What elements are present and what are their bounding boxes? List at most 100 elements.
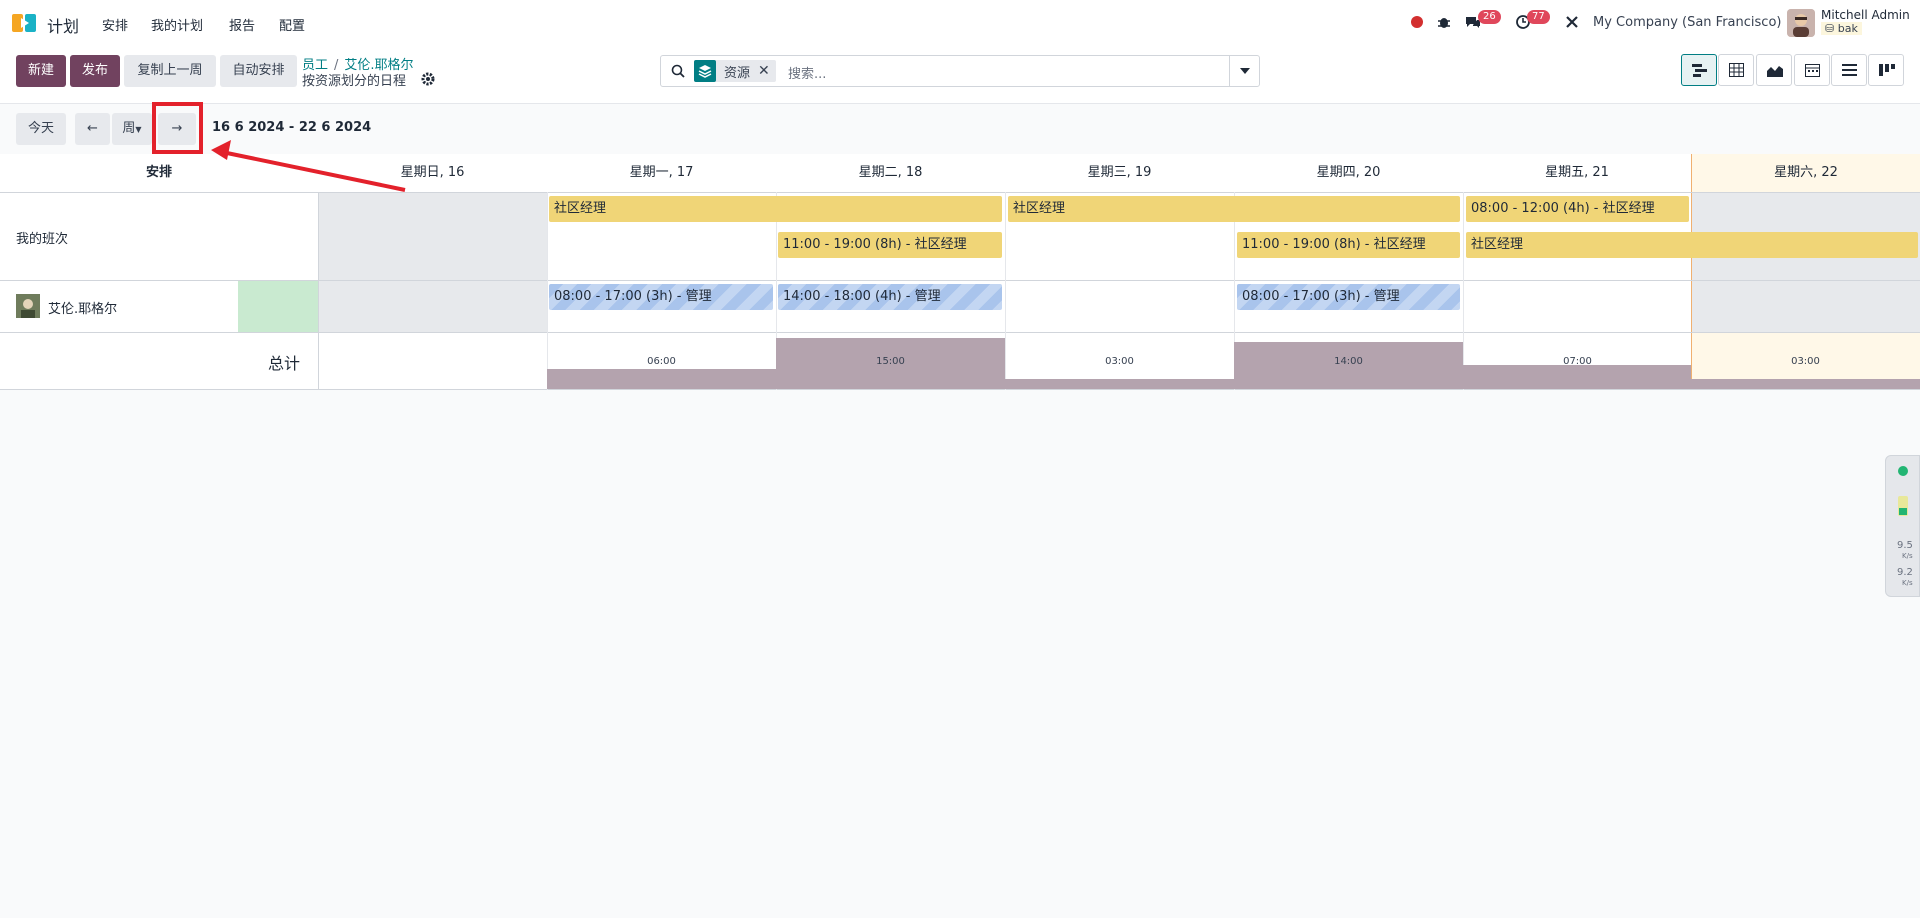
total-value: 14:00	[1334, 356, 1363, 367]
shift-pill[interactable]: 社区经理	[1466, 232, 1918, 258]
shift-pill[interactable]: 08:00 - 12:00 (4h) - 社区经理	[1466, 196, 1689, 222]
search-bar[interactable]: 资源 ✕ 搜索...	[660, 55, 1260, 87]
search-facet-label: 资源	[724, 65, 751, 81]
day-header-monday: 星期一, 17	[629, 165, 694, 180]
shift-pill[interactable]: 社区经理	[549, 196, 1002, 222]
upload-speed: 9.5	[1897, 540, 1913, 551]
list-icon	[1842, 64, 1857, 76]
gantt-view-button[interactable]	[1681, 54, 1717, 86]
day-header-friday: 星期五, 21	[1545, 165, 1609, 180]
pivot-view-button[interactable]	[1718, 54, 1754, 86]
shift-pill[interactable]: 08:00 - 17:00 (3h) - 管理	[1237, 284, 1460, 310]
area-chart-icon	[1767, 66, 1783, 77]
day-header-saturday: 星期六, 22	[1691, 154, 1920, 192]
calendar-view-button[interactable]	[1794, 54, 1830, 86]
gear-icon[interactable]	[421, 72, 435, 86]
date-navigation: 今天 ← 周▼ → 16 6 2024 - 22 6 2024	[0, 104, 1920, 154]
status-dot-icon	[1898, 466, 1908, 476]
control-panel: 新建 发布 复制上一周 自动安排 员工 / 艾伦.耶格尔 按资源划分的日程 资源 ✕…	[0, 46, 1920, 104]
total-value: 03:00	[1105, 356, 1134, 367]
shift-pill[interactable]: 08:00 - 17:00 (3h) - 管理	[549, 284, 773, 310]
layers-icon	[694, 60, 716, 82]
date-range: 16 6 2024 - 22 6 2024	[212, 120, 372, 135]
menu-configuration[interactable]: 配置	[279, 15, 305, 34]
user-avatar[interactable]	[1787, 9, 1815, 37]
activities-badge: 77	[1527, 10, 1550, 24]
previous-button[interactable]: ←	[75, 113, 110, 145]
day-header-tuesday: 星期二, 18	[858, 165, 923, 180]
download-unit: K/s	[1902, 579, 1913, 587]
gantt-icon	[1692, 64, 1707, 77]
messages-badge: 26	[1478, 10, 1501, 24]
shift-pill[interactable]: 11:00 - 19:00 (8h) - 社区经理	[778, 232, 1002, 258]
scale-dropdown[interactable]: 周▼	[112, 113, 152, 145]
kanban-icon	[1879, 64, 1895, 76]
upload-unit: K/s	[1902, 552, 1913, 560]
grid-col-line	[318, 192, 319, 390]
grid-row-line	[0, 332, 1920, 333]
menu-my-planning[interactable]: 我的计划	[151, 15, 203, 34]
day-header-sunday: 星期日, 16	[400, 165, 465, 180]
row-title-employee[interactable]: 艾伦.耶格尔	[48, 298, 117, 317]
user-name[interactable]: Mitchell Admin	[1821, 8, 1910, 22]
total-value: 07:00	[1563, 356, 1592, 367]
publish-button[interactable]: 发布	[70, 55, 120, 87]
shift-pill[interactable]: 社区经理	[1008, 196, 1460, 222]
graph-view-button[interactable]	[1756, 54, 1792, 86]
grid-row-line	[0, 280, 1920, 281]
company-switcher[interactable]: My Company (San Francisco)	[1593, 15, 1781, 30]
calendar-icon	[1805, 64, 1820, 77]
total-value: 15:00	[876, 356, 905, 367]
menu-schedule[interactable]: 安排	[102, 15, 128, 34]
scale-label: 周	[122, 121, 136, 136]
page-title: 按资源划分的日程	[302, 74, 407, 89]
gantt-header-title: 安排	[145, 165, 172, 180]
shift-pill[interactable]: 11:00 - 19:00 (8h) - 社区经理	[1237, 232, 1460, 258]
menu-reporting[interactable]: 报告	[229, 15, 255, 34]
table-icon	[1729, 63, 1744, 77]
day-header-thursday: 星期四, 20	[1316, 165, 1381, 180]
employee-avatar	[16, 294, 40, 318]
record-icon[interactable]	[1411, 16, 1423, 28]
shift-pill[interactable]: 14:00 - 18:00 (4h) - 管理	[778, 284, 1002, 310]
availability-indicator	[238, 280, 318, 332]
weekend-cell-saturday	[1691, 192, 1920, 332]
caret-down-icon: ▼	[135, 125, 142, 134]
kanban-view-button[interactable]	[1868, 54, 1904, 86]
app-name[interactable]: 计划	[47, 13, 79, 37]
row-title-my-shifts[interactable]: 我的班次	[16, 228, 68, 247]
search-facet[interactable]: 资源 ✕	[694, 60, 776, 82]
search-icon[interactable]	[671, 64, 685, 78]
search-input[interactable]: 搜索...	[788, 63, 826, 82]
caret-down-icon	[1240, 68, 1250, 74]
bug-icon[interactable]	[1437, 15, 1451, 29]
gantt-chart: 安排 星期日, 16 星期一, 17 星期二, 18 星期三, 19 星期四, …	[0, 154, 1920, 390]
top-navbar: 计划 安排 我的计划 报告 配置 26 77 My Company (San F…	[0, 0, 1920, 46]
total-label: 总计	[268, 354, 301, 373]
annotation-highlight-box	[152, 102, 203, 154]
copy-previous-week-button[interactable]: 复制上一周	[124, 55, 216, 87]
total-value: 06:00	[647, 356, 676, 367]
battery-icon	[1898, 496, 1908, 516]
day-header-wednesday: 星期三, 19	[1087, 165, 1152, 180]
weekend-cell-sunday	[318, 192, 547, 332]
grid-row-line	[0, 192, 1920, 193]
grid-row-line	[0, 389, 1920, 390]
total-bar-monday	[547, 369, 776, 389]
database-label: bak	[1837, 22, 1858, 35]
database-name: ⛁ bak	[1821, 22, 1862, 35]
total-bar-wednesday	[1005, 379, 1234, 389]
new-button[interactable]: 新建	[16, 55, 66, 87]
close-icon[interactable]: ✕	[758, 63, 776, 79]
planning-app-icon[interactable]	[12, 12, 38, 34]
debug-tools-icon[interactable]	[1565, 15, 1579, 29]
total-bar-friday	[1463, 365, 1691, 389]
total-bar-saturday	[1691, 379, 1920, 389]
network-speed-widget[interactable]: 9.5 K/s 9.2 K/s	[1885, 455, 1920, 597]
total-value: 03:00	[1791, 356, 1820, 367]
download-speed: 9.2	[1897, 567, 1913, 578]
list-view-button[interactable]	[1831, 54, 1867, 86]
search-options-toggle[interactable]	[1229, 56, 1259, 86]
auto-plan-button[interactable]: 自动安排	[220, 55, 297, 87]
today-button[interactable]: 今天	[16, 113, 66, 145]
